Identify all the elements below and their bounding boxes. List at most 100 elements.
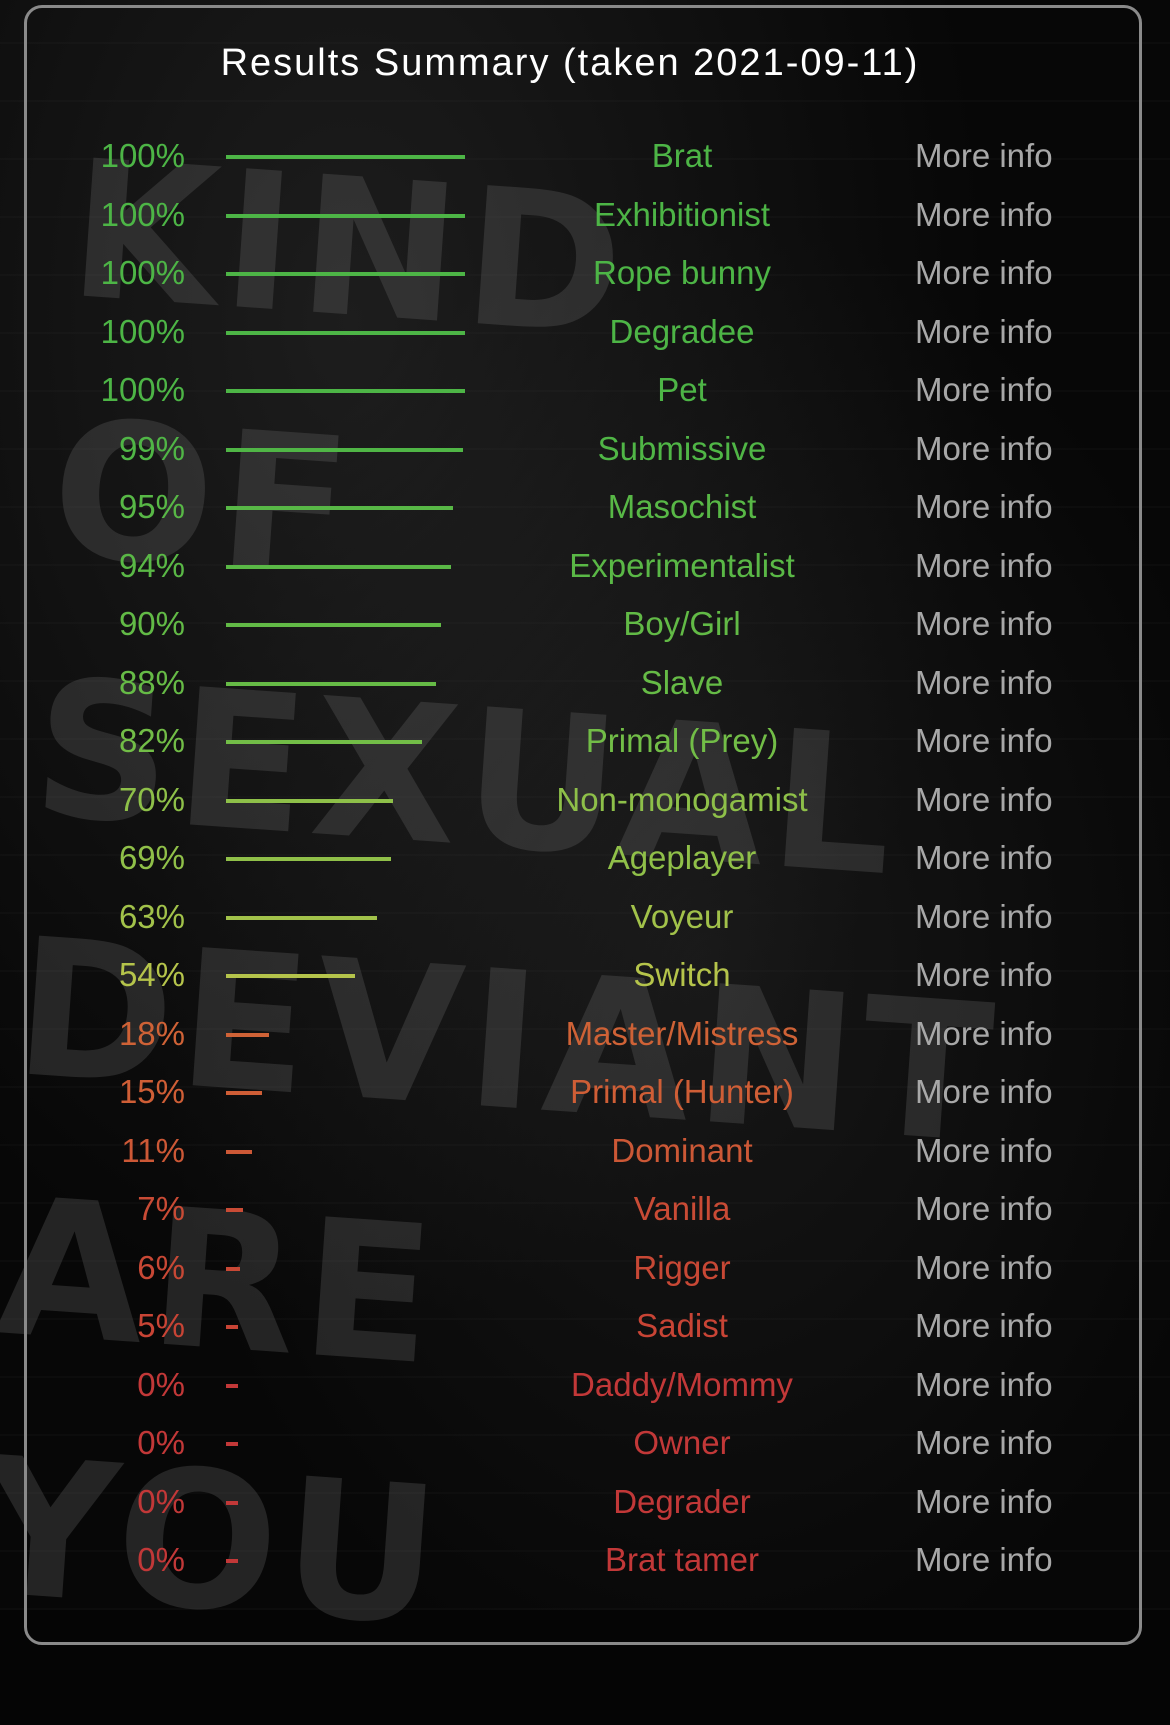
more-info-link[interactable]: More info	[915, 1414, 1053, 1472]
result-row: 18% Master/Mistress More info	[0, 1005, 1170, 1063]
result-row: 11% Dominant More info	[0, 1122, 1170, 1180]
percent-label: 5%	[137, 1307, 185, 1344]
score-bar	[226, 1208, 243, 1212]
category-label: Submissive	[597, 429, 767, 467]
score-bar	[226, 506, 454, 510]
more-info-link[interactable]: More info	[915, 771, 1053, 829]
more-info-link[interactable]: More info	[915, 478, 1053, 536]
percent-label: 69%	[118, 839, 185, 876]
more-info-link[interactable]: More info	[915, 1239, 1053, 1297]
category-label: Ageplayer	[607, 839, 757, 876]
more-info-link[interactable]: More info	[915, 1473, 1053, 1531]
result-row: 100% Degradee More info	[0, 303, 1170, 361]
percent-label: 94%	[118, 546, 185, 584]
category-label: Switch	[633, 956, 731, 993]
score-bar	[226, 213, 465, 218]
score-bar	[226, 1091, 262, 1095]
more-info-link[interactable]: More info	[915, 595, 1053, 653]
score-bar	[226, 1032, 270, 1037]
result-row: 100% Exhibitionist More info	[0, 186, 1170, 244]
percent-label: 82%	[118, 722, 185, 759]
category-label: Primal (Hunter)	[570, 1073, 794, 1110]
category-label: Degradee	[609, 312, 755, 350]
percent-label: 100%	[100, 371, 185, 408]
category-label: Exhibitionist	[593, 195, 771, 233]
result-row: 90% Boy/Girl More info	[0, 595, 1170, 653]
category-label: Masochist	[607, 488, 757, 525]
percent-label: 100%	[100, 312, 185, 350]
result-row: 99% Submissive More info	[0, 420, 1170, 478]
more-info-link[interactable]: More info	[915, 946, 1053, 1004]
result-row: 0% Brat tamer More info	[0, 1531, 1170, 1589]
result-row: 63% Voyeur More info	[0, 888, 1170, 946]
result-row: 0% Daddy/Mommy More info	[0, 1356, 1170, 1414]
percent-label: 63%	[118, 897, 185, 935]
percent-label: 88%	[118, 663, 185, 701]
result-row: 70% Non-monogamist More info	[0, 771, 1170, 829]
category-label: Brat	[651, 137, 713, 174]
category-label: Primal (Prey)	[585, 722, 779, 759]
more-info-link[interactable]: More info	[915, 1531, 1053, 1589]
more-info-link[interactable]: More info	[915, 654, 1053, 712]
score-bar	[226, 330, 465, 335]
more-info-link[interactable]: More info	[915, 1297, 1053, 1355]
category-label: Sadist	[636, 1307, 728, 1344]
percent-label: 6%	[137, 1248, 185, 1286]
score-bar	[226, 681, 437, 686]
score-bar	[226, 1266, 241, 1271]
more-info-link[interactable]: More info	[915, 537, 1053, 595]
score-bar	[226, 1149, 253, 1154]
more-info-link[interactable]: More info	[915, 1356, 1053, 1414]
more-info-link[interactable]: More info	[915, 361, 1053, 419]
category-label: Experimentalist	[569, 546, 795, 584]
result-row: 0% Owner More info	[0, 1414, 1170, 1472]
score-bar	[226, 447, 463, 452]
percent-label: 18%	[118, 1014, 185, 1052]
more-info-link[interactable]: More info	[915, 1063, 1053, 1121]
percent-label: 90%	[118, 605, 185, 642]
result-row: 82% Primal (Prey) More info	[0, 712, 1170, 770]
score-bar	[226, 1442, 238, 1446]
result-row: 95% Masochist More info	[0, 478, 1170, 536]
percent-label: 99%	[118, 429, 185, 467]
category-label: Boy/Girl	[623, 605, 741, 642]
score-bar	[226, 272, 465, 276]
more-info-link[interactable]: More info	[915, 888, 1053, 946]
more-info-link[interactable]: More info	[915, 186, 1053, 244]
category-label: Vanilla	[633, 1190, 731, 1227]
percent-label: 70%	[118, 780, 185, 818]
score-bar	[226, 1383, 238, 1388]
percent-label: 0%	[137, 1365, 185, 1403]
result-row: 7% Vanilla More info	[0, 1180, 1170, 1238]
score-bar	[226, 857, 391, 861]
category-label: Rope bunny	[593, 254, 771, 291]
category-label: Degrader	[613, 1482, 751, 1520]
score-bar	[226, 1500, 238, 1505]
score-bar	[226, 389, 465, 393]
more-info-link[interactable]: More info	[915, 1180, 1053, 1238]
percent-label: 54%	[118, 956, 185, 993]
result-row: 69% Ageplayer More info	[0, 829, 1170, 887]
more-info-link[interactable]: More info	[915, 1122, 1053, 1180]
percent-label: 95%	[118, 488, 185, 525]
result-row: 15% Primal (Hunter) More info	[0, 1063, 1170, 1121]
result-row: 94% Experimentalist More info	[0, 537, 1170, 595]
score-bar	[226, 974, 356, 978]
category-label: Rigger	[633, 1248, 731, 1286]
more-info-link[interactable]: More info	[915, 1005, 1053, 1063]
category-label: Owner	[633, 1424, 731, 1461]
percent-label: 100%	[100, 254, 185, 291]
result-row: 5% Sadist More info	[0, 1297, 1170, 1355]
percent-label: 11%	[121, 1131, 185, 1169]
more-info-link[interactable]: More info	[915, 127, 1053, 185]
more-info-link[interactable]: More info	[915, 712, 1053, 770]
more-info-link[interactable]: More info	[915, 829, 1053, 887]
category-label: Daddy/Mommy	[571, 1365, 793, 1403]
more-info-link[interactable]: More info	[915, 244, 1053, 302]
percent-label: 100%	[100, 137, 185, 174]
more-info-link[interactable]: More info	[915, 303, 1053, 361]
more-info-link[interactable]: More info	[915, 420, 1053, 478]
category-label: Pet	[657, 371, 707, 408]
category-label: Master/Mistress	[565, 1014, 799, 1052]
result-row: 54% Switch More info	[0, 946, 1170, 1004]
